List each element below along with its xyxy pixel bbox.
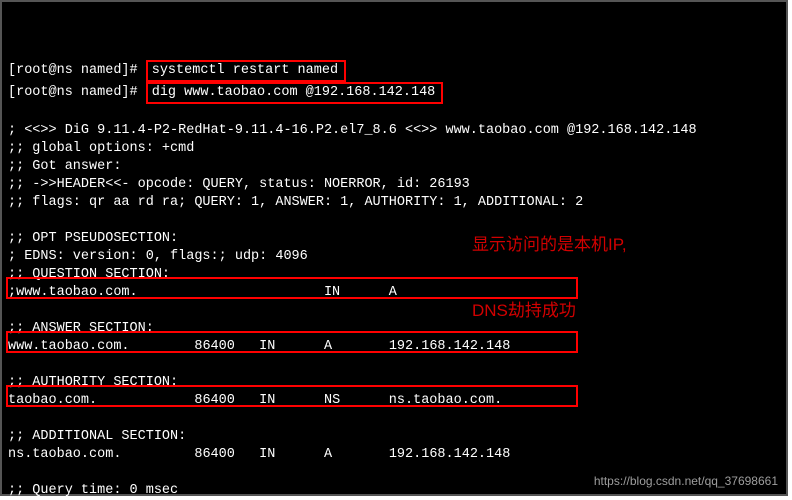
question-section-header: ;; QUESTION SECTION: xyxy=(8,267,170,282)
additional-ttl: 86400 xyxy=(194,447,235,462)
dig-header-line: ;; ->>HEADER<<- opcode: QUERY, status: N… xyxy=(8,177,470,192)
command-1: systemctl restart named xyxy=(152,63,338,78)
authority-name: taobao.com. xyxy=(8,393,97,408)
answer-name: www.taobao.com. xyxy=(8,339,130,354)
opt-section-header: ;; OPT PSEUDOSECTION: xyxy=(8,231,178,246)
additional-section-header: ;; ADDITIONAL SECTION: xyxy=(8,429,186,444)
dig-global-opts: ;; global options: +cmd xyxy=(8,141,194,156)
command-1-highlight: systemctl restart named xyxy=(146,60,346,82)
authority-section-header: ;; AUTHORITY SECTION: xyxy=(8,375,178,390)
question-line: ;www.taobao.com. IN A xyxy=(8,285,397,300)
authority-class: IN xyxy=(259,393,275,408)
annotation-line-1: 显示访问的是本机IP, xyxy=(472,234,627,256)
dig-banner: <<>> DiG 9.11.4-P2-RedHat-9.11.4-16.P2.e… xyxy=(24,123,696,138)
prompt: [root@ns named]# xyxy=(8,63,146,78)
authority-data: ns.taobao.com. xyxy=(389,393,502,408)
additional-data: 192.168.142.148 xyxy=(389,447,511,462)
answer-ttl: 86400 xyxy=(194,339,235,354)
annotation-text: 显示访问的是本机IP, DNS劫持成功 xyxy=(472,190,627,366)
annotation-line-2: DNS劫持成功 xyxy=(472,300,627,322)
additional-name: ns.taobao.com. xyxy=(8,447,121,462)
prompt: [root@ns named]# xyxy=(8,85,146,100)
authority-ttl: 86400 xyxy=(194,393,235,408)
watermark: https://blog.csdn.net/qq_37698661 xyxy=(594,472,778,490)
dig-got-answer: ;; Got answer: xyxy=(8,159,121,174)
command-2-highlight: dig www.taobao.com @192.168.142.148 xyxy=(146,82,444,104)
answer-section-header: ;; ANSWER SECTION: xyxy=(8,321,154,336)
terminal-window[interactable]: [root@ns named]# systemctl restart named… xyxy=(0,0,788,496)
answer-class: IN xyxy=(259,339,275,354)
command-2: dig www.taobao.com @192.168.142.148 xyxy=(152,85,436,100)
dig-banner-prefix: ; xyxy=(8,123,24,138)
edns-line: ; EDNS: version: 0, flags:; udp: 4096 xyxy=(8,249,308,264)
answer-type: A xyxy=(324,339,332,354)
authority-type: NS xyxy=(324,393,340,408)
additional-class: IN xyxy=(259,447,275,462)
query-time: ;; Query time: 0 msec xyxy=(8,483,178,498)
additional-type: A xyxy=(324,447,332,462)
